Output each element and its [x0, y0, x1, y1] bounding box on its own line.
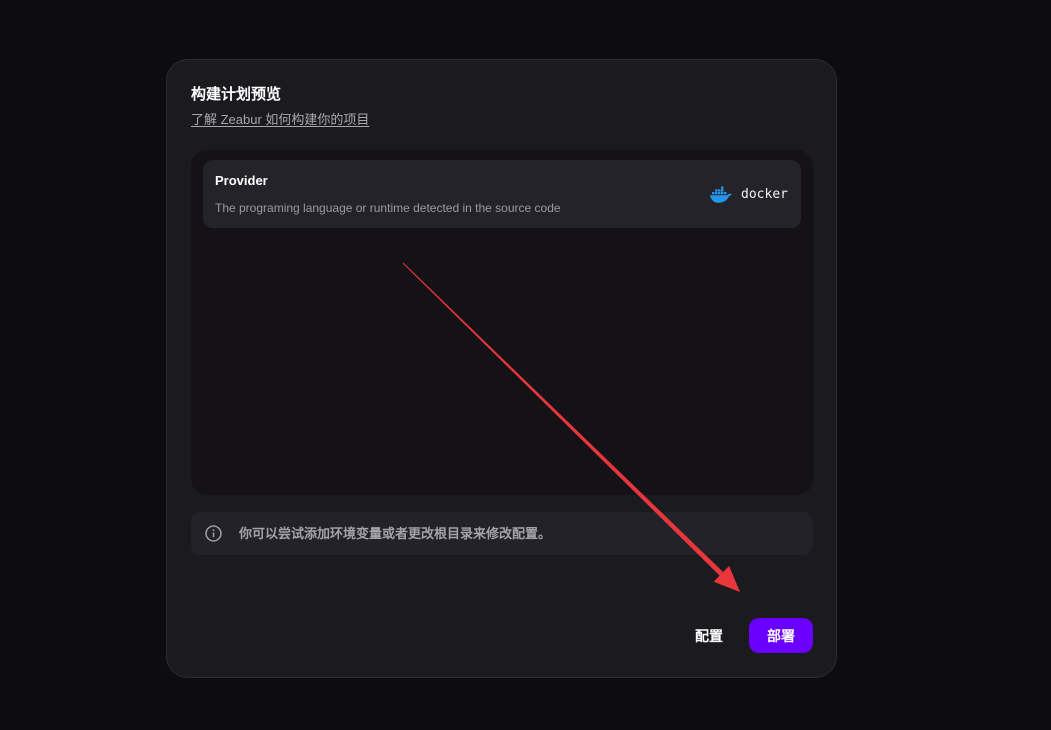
provider-label: Provider	[215, 173, 268, 188]
provider-description: The programing language or runtime detec…	[215, 201, 561, 215]
dialog-title: 构建计划预览	[191, 86, 282, 103]
docker-whale-icon	[709, 185, 734, 204]
learn-more-link[interactable]: 了解 Zeabur 如何构建你的项目	[191, 111, 369, 129]
deploy-button[interactable]: 部署	[749, 618, 813, 653]
info-text: 你可以尝试添加环境变量或者更改根目录来修改配置。	[239, 526, 552, 541]
provider-value-label: docker	[741, 186, 788, 202]
build-plan-dialog: 构建计划预览 了解 Zeabur 如何构建你的项目 Provider The p…	[166, 59, 837, 678]
info-banner: 你可以尝试添加环境变量或者更改根目录来修改配置。	[191, 512, 813, 555]
configure-button[interactable]: 配置	[683, 618, 735, 653]
build-plan-panel: Provider The programing language or runt…	[191, 150, 813, 495]
provider-card: Provider The programing language or runt…	[203, 160, 801, 228]
info-icon	[205, 525, 222, 542]
provider-value: docker	[709, 182, 788, 206]
